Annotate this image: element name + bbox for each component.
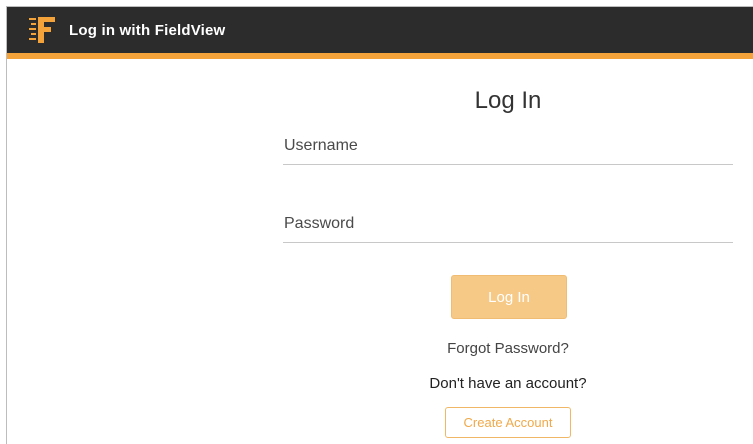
login-window: Log in with FieldView Log In Log In Forg… [6,6,753,444]
title-bar: Log in with FieldView [7,7,753,59]
window-title: Log in with FieldView [69,22,226,39]
page-title: Log In [474,87,542,114]
password-input[interactable] [283,209,733,243]
forgot-password-link[interactable]: Forgot Password? [283,340,733,357]
fieldview-logo-icon [29,17,55,43]
create-account-button[interactable]: Create Account [445,407,571,438]
username-input[interactable] [283,131,733,165]
login-button[interactable]: Log In [451,275,567,319]
no-account-text: Don't have an account? [429,375,587,392]
